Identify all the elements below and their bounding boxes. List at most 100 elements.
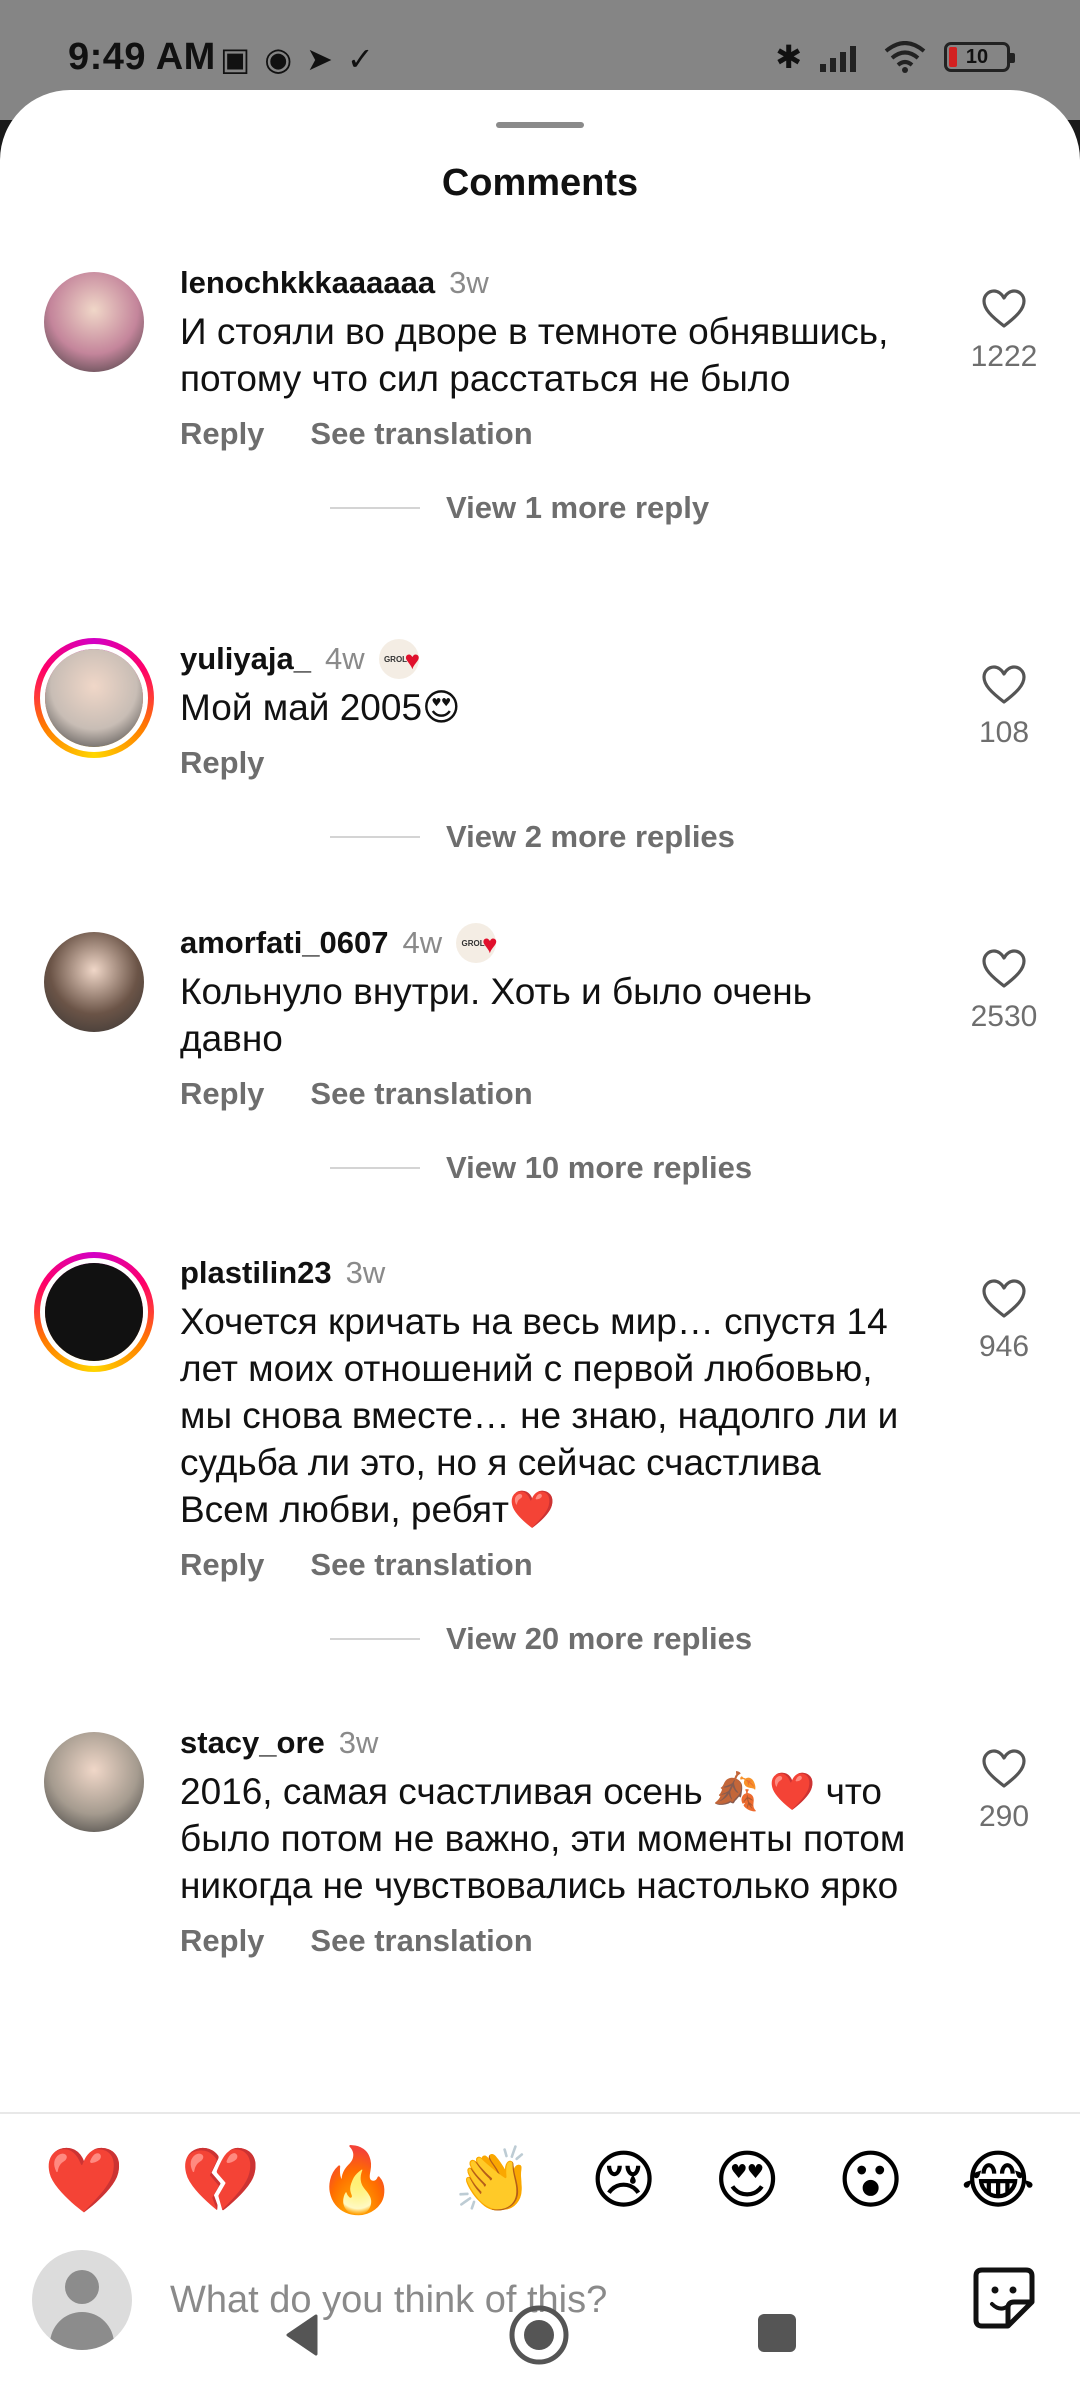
sheet-title: Comments <box>441 162 639 204</box>
comment-time: 4w <box>324 641 365 676</box>
avatar-image <box>44 932 144 1032</box>
comment-text: 2016, самая счастливая осень 🍂 ❤️ что бы… <box>180 1771 906 1906</box>
like-button[interactable]: 1222 <box>954 288 1054 374</box>
comment-actions: Reply See translation <box>180 1076 910 1112</box>
comment-time: 4w <box>402 925 443 960</box>
heart-outline-icon[interactable] <box>981 1278 1027 1320</box>
comments-list[interactable]: lenochkkkaaaaaa 3w И стояли во дворе в т… <box>0 260 1080 2120</box>
comment-item: plastilin23 3w Хочется кричать на весь м… <box>0 1250 1080 1659</box>
see-translation-button[interactable]: See translation <box>310 416 532 452</box>
like-count: 2530 <box>970 1000 1038 1033</box>
see-translation-button[interactable]: See translation <box>310 1923 532 1959</box>
battery-icon: 10 <box>944 42 1015 72</box>
quick-reaction-emoji[interactable]: 😂 <box>961 2148 1036 2212</box>
like-count: 946 <box>978 1330 1030 1363</box>
comment-avatar[interactable] <box>44 932 144 1032</box>
quick-reaction-emoji[interactable]: 💔 <box>181 2148 261 2212</box>
comment-item: lenochkkkaaaaaa 3w И стояли во дворе в т… <box>0 260 1080 528</box>
like-button[interactable]: 2530 <box>954 948 1054 1034</box>
profile-badge: GROLO ♥ <box>378 639 439 679</box>
status-time: 9:49 AM <box>68 36 216 78</box>
quick-reactions-bar: ❤️ 💔 🔥 👏 😢 😍 😮 😂 <box>0 2130 1080 2230</box>
quick-reaction-emoji[interactable]: 🔥 <box>317 2148 397 2212</box>
profile-badge: GROLO ♥ <box>456 923 516 963</box>
notification-icons: ▣ ◉ ➤ ✓ <box>220 40 374 78</box>
comment-username[interactable]: yuliyaja_ <box>180 641 311 677</box>
comment-meta: stacy_ore 3w <box>180 1720 910 1766</box>
reply-button[interactable]: Reply <box>180 745 264 781</box>
chat-icon: ◉ <box>264 41 293 77</box>
replies-divider-line <box>330 836 420 838</box>
reply-button[interactable]: Reply <box>180 1547 264 1583</box>
drag-handle[interactable] <box>496 122 584 128</box>
quick-reaction-emoji[interactable]: 👏 <box>454 2148 534 2212</box>
heart-outline-icon[interactable] <box>981 288 1027 330</box>
comment-meta: lenochkkkaaaaaa 3w <box>180 260 910 306</box>
comment-username[interactable]: plastilin23 <box>180 1255 332 1291</box>
signal-icon <box>820 46 856 72</box>
reply-button[interactable]: Reply <box>180 1076 264 1112</box>
home-icon[interactable] <box>508 2304 570 2366</box>
replies-divider-line <box>330 507 420 509</box>
comment-time: 3w <box>449 265 489 300</box>
telegram-icon: ➤ <box>306 41 333 77</box>
view-replies[interactable]: View 20 more replies <box>330 1619 910 1659</box>
like-button[interactable]: 290 <box>954 1748 1054 1834</box>
download-icon: ✓ <box>346 41 374 77</box>
quick-reaction-emoji[interactable]: 😍 <box>714 2148 781 2212</box>
comment-text: Хочется кричать на весь мир… спустя 14 л… <box>180 1301 899 1530</box>
comment-username[interactable]: stacy_ore <box>180 1725 325 1761</box>
like-button[interactable]: 946 <box>954 1278 1054 1364</box>
view-replies-label[interactable]: View 2 more replies <box>446 819 735 855</box>
see-translation-button[interactable]: See translation <box>310 1547 532 1583</box>
bluetooth-icon: ✱ <box>775 39 802 75</box>
heart-outline-icon[interactable] <box>981 664 1027 706</box>
view-replies[interactable]: View 10 more replies <box>330 1148 910 1188</box>
view-replies-label[interactable]: View 10 more replies <box>446 1150 752 1186</box>
quick-reaction-emoji[interactable]: ❤️ <box>44 2148 124 2212</box>
comment-avatar[interactable] <box>44 1732 144 1832</box>
like-count: 290 <box>978 1800 1030 1833</box>
avatar-image <box>44 1732 144 1832</box>
battery-level: 10 <box>965 45 989 68</box>
nfc-icon: ▣ <box>220 41 251 77</box>
view-replies-label[interactable]: View 1 more reply <box>446 490 709 526</box>
back-icon[interactable] <box>278 2310 328 2360</box>
comment-actions: Reply See translation <box>180 1923 910 1959</box>
comment-item: stacy_ore 3w 2016, самая счастливая осен… <box>0 1720 1080 1959</box>
wifi-icon <box>884 41 926 73</box>
comment-text: Кольнуло внутри. Хоть и было очень давно <box>180 971 812 1059</box>
avatar-image <box>45 649 143 747</box>
comment-time: 3w <box>338 1725 379 1760</box>
comment-item: amorfati_0607 4w GROLO ♥ Кольнуло внутри.… <box>0 920 1080 1188</box>
comment-text: И стояли во дворе в темноте обнявшись, п… <box>180 311 889 399</box>
comment-meta: plastilin23 3w <box>180 1250 910 1296</box>
comment-username[interactable]: amorfati_0607 <box>180 925 389 961</box>
see-translation-button[interactable]: See translation <box>310 1076 532 1112</box>
view-replies[interactable]: View 1 more reply <box>330 488 910 528</box>
comment-avatar[interactable] <box>34 638 154 758</box>
comment-actions: Reply See translation <box>180 416 910 452</box>
comment-avatar[interactable] <box>44 272 144 372</box>
heart-outline-icon[interactable] <box>981 1748 1027 1790</box>
view-replies[interactable]: View 2 more replies <box>330 817 910 857</box>
reply-button[interactable]: Reply <box>180 1923 264 1959</box>
view-replies-label[interactable]: View 20 more replies <box>446 1621 752 1657</box>
like-button[interactable]: 108 <box>954 664 1054 750</box>
heart-outline-icon[interactable] <box>981 948 1027 990</box>
comment-item: yuliyaja_ 4w GROLO ♥ Мой май 2005😍 Reply … <box>0 636 1080 857</box>
avatar-image <box>44 272 144 372</box>
quick-reaction-emoji[interactable]: 😮 <box>837 2148 904 2212</box>
like-count: 1222 <box>970 340 1038 373</box>
replies-divider-line <box>330 1167 420 1169</box>
recent-apps-icon[interactable] <box>756 2312 798 2354</box>
reply-button[interactable]: Reply <box>180 416 264 452</box>
comment-actions: Reply See translation <box>180 1547 910 1583</box>
comments-sheet: Comments lenochkkkaaaaaa 3w И стояли во … <box>0 90 1080 2400</box>
comment-avatar[interactable] <box>34 1252 154 1372</box>
quick-reaction-emoji[interactable]: 😢 <box>590 2148 657 2212</box>
system-nav-bar <box>0 2270 1080 2400</box>
comment-actions: Reply <box>180 745 910 781</box>
composer-divider <box>0 2112 1080 2114</box>
comment-username[interactable]: lenochkkkaaaaaa <box>180 265 435 301</box>
